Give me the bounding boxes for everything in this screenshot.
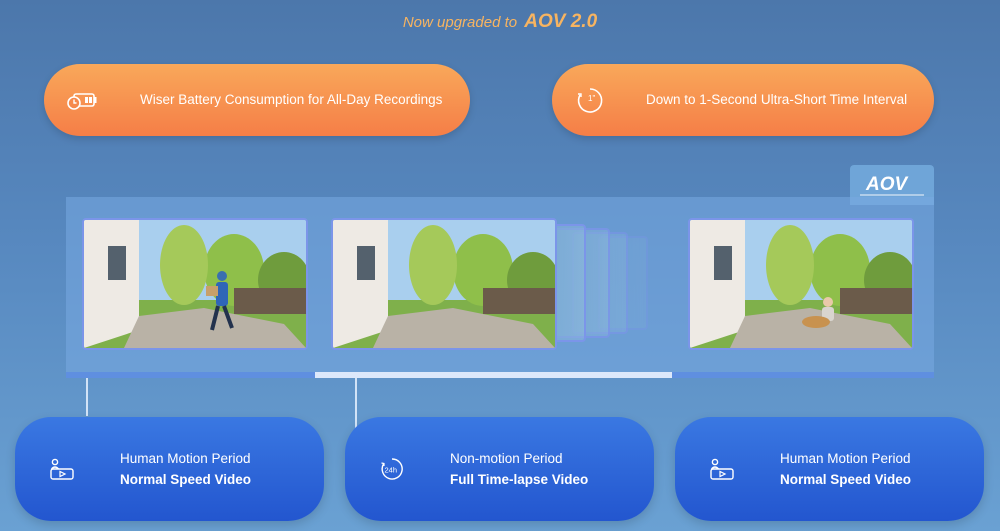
connector-line	[355, 378, 357, 430]
mode-title: Human Motion Period	[780, 451, 911, 466]
mode-card-human-motion-1: Human Motion Period Normal Speed Video	[15, 417, 324, 521]
feature-pill-interval: 1" Down to 1-Second Ultra-Short Time Int…	[552, 64, 934, 136]
headline-brand: AOV 2.0	[524, 11, 598, 32]
dog-scene	[690, 220, 912, 348]
feature-label-interval: Down to 1-Second Ultra-Short Time Interv…	[646, 92, 908, 107]
aov-logo-icon: AOV	[865, 174, 909, 193]
video-frame-empty	[331, 218, 557, 350]
feature-pill-battery: Wiser Battery Consumption for All-Day Re…	[44, 64, 470, 136]
connector-line	[86, 378, 88, 416]
24h-clock-icon-text: 24h	[385, 466, 398, 475]
battery-clock-icon	[67, 93, 97, 110]
24h-clock-icon: 24h	[381, 458, 403, 480]
video-frame-dog	[688, 218, 914, 350]
headline-prefix: Now upgraded to	[402, 14, 518, 31]
person-video-icon	[710, 458, 734, 480]
stopwatch-icon-text: 1"	[588, 94, 595, 103]
aov-logo-underline	[860, 194, 924, 196]
courier-scene	[84, 220, 306, 348]
mode-title: Non-motion Period	[450, 451, 563, 466]
mode-card-human-motion-2: Human Motion Period Normal Speed Video	[675, 417, 984, 521]
feature-label-battery: Wiser Battery Consumption for All-Day Re…	[140, 92, 443, 107]
mode-subtitle: Normal Speed Video	[120, 472, 252, 487]
video-frame-courier	[82, 218, 308, 350]
mode-title: Human Motion Period	[120, 451, 251, 466]
mode-subtitle: Full Time-lapse Video	[450, 472, 589, 487]
headline: Now upgraded to AOV 2.0	[0, 10, 1000, 35]
empty-garden-scene	[333, 220, 555, 348]
timelapse-segment	[315, 372, 672, 378]
mode-card-non-motion: 24h Non-motion Period Full Time-lapse Vi…	[345, 417, 654, 521]
person-video-icon	[50, 458, 74, 480]
stopwatch-icon: 1"	[577, 88, 603, 113]
timeline-strip	[66, 372, 934, 378]
aov-logo-text: AOV	[865, 174, 909, 193]
mode-subtitle: Normal Speed Video	[780, 472, 912, 487]
